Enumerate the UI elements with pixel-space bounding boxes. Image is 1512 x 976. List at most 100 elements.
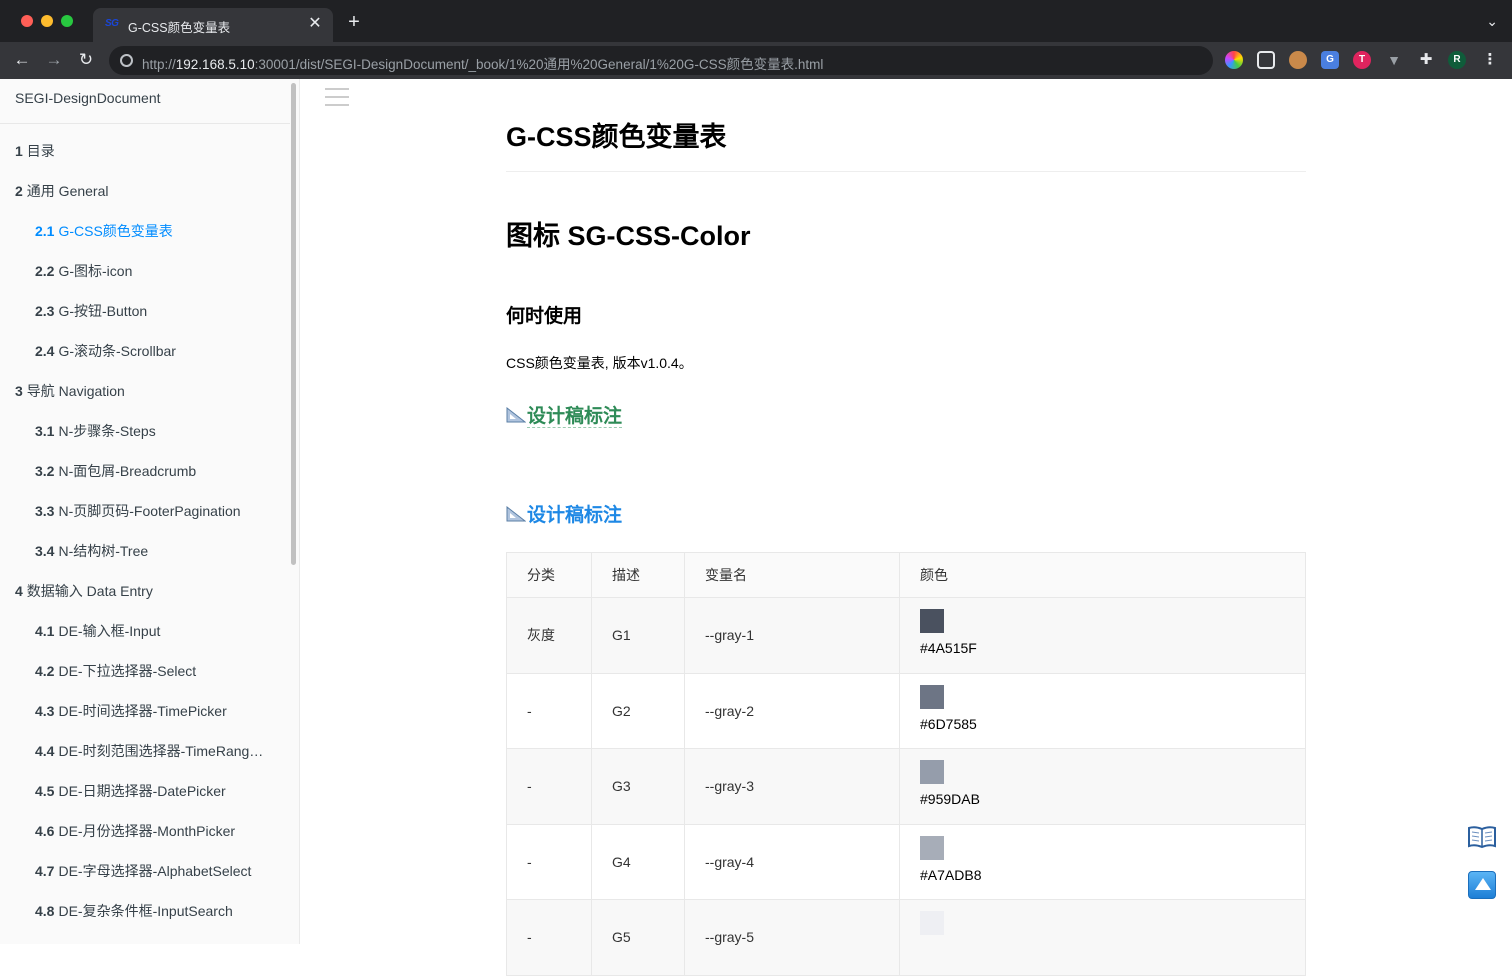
toggle-sidebar-icon[interactable] xyxy=(325,88,349,108)
cell-color: #4A515F xyxy=(899,597,1306,674)
toc-item-number: 2 xyxy=(15,183,23,199)
toc-item[interactable]: 2.4 G-滚动条-Scrollbar xyxy=(0,331,290,371)
profile-avatar[interactable]: R xyxy=(1448,51,1466,69)
cell-category: - xyxy=(506,899,592,976)
cell-variable-name: --gray-1 xyxy=(684,597,900,674)
toc-item[interactable]: 4.7 DE-字母选择器-AlphabetSelect xyxy=(0,851,290,891)
toc-item[interactable]: 2.2 G-图标-icon xyxy=(0,251,290,291)
toc-item-label: G-滚动条-Scrollbar xyxy=(58,343,176,359)
close-window-button[interactable] xyxy=(21,15,33,27)
forward-arrow-icon[interactable]: → xyxy=(43,49,65,71)
book-title[interactable]: SEGI-DesignDocument xyxy=(15,90,161,106)
toc-item-label: 数据输入 Data Entry xyxy=(26,583,153,599)
vue-devtools-icon[interactable]: ▼ xyxy=(1385,51,1403,69)
minimize-window-button[interactable] xyxy=(41,15,53,27)
toc-item[interactable]: 3.4 N-结构树-Tree xyxy=(0,531,290,571)
toc-item[interactable]: 2.1 G-CSS颜色变量表 xyxy=(0,211,290,251)
toc-item[interactable]: 4.5 DE-日期选择器-DatePicker xyxy=(0,771,290,811)
close-tab-icon[interactable]: ✕ xyxy=(305,14,325,34)
design-annotation-heading[interactable]: 设计稿标注 xyxy=(506,500,622,527)
new-tab-icon[interactable]: + xyxy=(344,12,364,32)
toc-item-number: 4.5 xyxy=(35,783,55,799)
cookie-extension-icon[interactable] xyxy=(1289,51,1307,69)
screenshot-extension-icon[interactable] xyxy=(1257,51,1275,69)
toc-item-label: G-按钮-Button xyxy=(58,303,148,319)
cell-color: #959DAB xyxy=(899,748,1306,825)
cell-category: 灰度 xyxy=(506,597,592,674)
toc-item[interactable]: 4.2 DE-下拉选择器-Select xyxy=(0,651,290,691)
sidebar-scrollbar[interactable] xyxy=(291,83,296,565)
browser-chrome: SG G-CSS颜色变量表 ✕ + ⌄ ← → ↻ http://192.168… xyxy=(0,0,1512,79)
toc-item-number: 4.1 xyxy=(35,623,55,639)
site-info-icon[interactable] xyxy=(120,54,133,67)
translate-extension-icon[interactable]: G xyxy=(1321,51,1339,69)
toc-item-label: N-页脚页码-FooterPagination xyxy=(58,503,241,519)
browser-menu-icon[interactable]: ⋮ xyxy=(1481,51,1499,69)
color-hex-value: #959DAB xyxy=(920,791,980,807)
toc-item-label: DE-下拉选择器-Select xyxy=(58,663,197,679)
book-sidebar: SEGI-DesignDocument 1 目录 2 通用 General 2.1 G-C… xyxy=(0,79,300,944)
toc-item[interactable]: 4.4 DE-时刻范围选择器-TimeRang… xyxy=(0,731,290,771)
table-row: - G2 --gray-2 #6D7585 xyxy=(506,672,1306,749)
color-swatch xyxy=(920,684,944,709)
toc-item[interactable]: 4.6 DE-月份选择器-MonthPicker xyxy=(0,811,290,851)
color-swatch xyxy=(920,835,944,860)
table-row: 灰度 G1 --gray-1 #4A515F xyxy=(506,597,1306,674)
color-hex-value: #6D7585 xyxy=(920,715,977,732)
toc-item-number: 2.2 xyxy=(35,263,55,279)
toc-item[interactable]: 4.1 DE-输入框-Input xyxy=(0,611,290,651)
extension-red-icon[interactable]: T xyxy=(1353,51,1371,69)
toc-item-number: 2.1 xyxy=(35,223,55,239)
toc-item[interactable]: 3 导航 Navigation xyxy=(0,371,290,411)
toc-item-label: N-面包屑-Breadcrumb xyxy=(58,463,197,479)
toc-item-label: DE-复杂条件框-InputSearch xyxy=(58,903,233,919)
color-variable-table: 分类 描述 变量名 颜色 灰度 G1 --gray-1 #4A515F - G2 --gra… xyxy=(506,552,1306,976)
toc-item[interactable]: 3.2 N-面包屑-Breadcrumb xyxy=(0,451,290,491)
design-annotation-label: 设计稿标注 xyxy=(527,406,623,428)
design-annotation-link[interactable]: 设计稿标注 xyxy=(506,401,623,428)
toc-item[interactable]: 4 数据输入 Data Entry xyxy=(0,571,290,611)
extensions-puzzle-icon[interactable]: ✚ xyxy=(1417,51,1435,69)
toc-item[interactable]: 1 目录 xyxy=(0,131,290,171)
favicon-icon: SG xyxy=(105,18,119,29)
browser-tab[interactable]: SG G-CSS颜色变量表 ✕ xyxy=(93,8,333,42)
toc-item[interactable]: 2.3 G-按钮-Button xyxy=(0,291,290,331)
color-swatch xyxy=(920,760,944,784)
color-picker-extension-icon[interactable] xyxy=(1225,51,1243,69)
table-row: - G4 --gray-4 #A7ADB8 xyxy=(506,823,1306,900)
toc-item-label: G-图标-icon xyxy=(58,263,133,279)
toc-item-label: DE-输入框-Input xyxy=(58,623,161,639)
toc-item[interactable]: 2 通用 General xyxy=(0,171,290,211)
toc-item[interactable]: 4.3 DE-时间选择器-TimePicker xyxy=(0,691,290,731)
toc-item[interactable]: 3.3 N-页脚页码-FooterPagination xyxy=(0,491,290,531)
back-to-top-button[interactable] xyxy=(1468,871,1496,899)
cell-color: #A7ADB8 xyxy=(899,823,1306,900)
triangle-ruler-icon xyxy=(506,407,526,423)
tab-search-chevron-icon[interactable]: ⌄ xyxy=(1486,13,1498,30)
cell-variable-name: --gray-2 xyxy=(684,672,900,749)
reload-icon[interactable]: ↻ xyxy=(75,49,97,71)
toc-item-label: N-结构树-Tree xyxy=(58,543,149,559)
maximize-window-button[interactable] xyxy=(61,15,73,27)
address-bar[interactable]: http://192.168.5.10:30001/dist/SEGI-Desi… xyxy=(109,46,1213,75)
color-swatch xyxy=(920,911,944,935)
url-text[interactable]: http://192.168.5.10:30001/dist/SEGI-Desi… xyxy=(142,53,823,73)
back-arrow-icon[interactable]: ← xyxy=(11,49,33,71)
toc-item-label: DE-字母选择器-AlphabetSelect xyxy=(58,863,252,879)
toc-item-label: 导航 Navigation xyxy=(26,383,125,399)
toc-item-number: 3.3 xyxy=(35,503,55,519)
intro-paragraph: CSS颜色变量表, 版本v1.0.4。 xyxy=(506,355,693,371)
toc-item[interactable]: 4.8 DE-复杂条件框-InputSearch xyxy=(0,891,290,931)
sidebar-divider xyxy=(0,123,290,124)
header-color: 颜色 xyxy=(899,552,1306,598)
toc-item-number: 4.8 xyxy=(35,903,55,919)
title-divider xyxy=(506,171,1306,172)
browser-toolbar: ← → ↻ http://192.168.5.10:30001/dist/SEG… xyxy=(0,42,1512,79)
cell-description: G4 xyxy=(591,823,685,900)
toc-item-number: 3.1 xyxy=(35,423,55,439)
color-hex-value: #A7ADB8 xyxy=(920,866,982,883)
table-of-contents: 1 目录 2 通用 General 2.1 G-CSS颜色变量表 2.2 G-图标-icon 2… xyxy=(0,131,290,931)
toc-item-number: 4.3 xyxy=(35,703,55,719)
book-summary-icon[interactable] xyxy=(1467,824,1497,850)
toc-item[interactable]: 3.1 N-步骤条-Steps xyxy=(0,411,290,451)
